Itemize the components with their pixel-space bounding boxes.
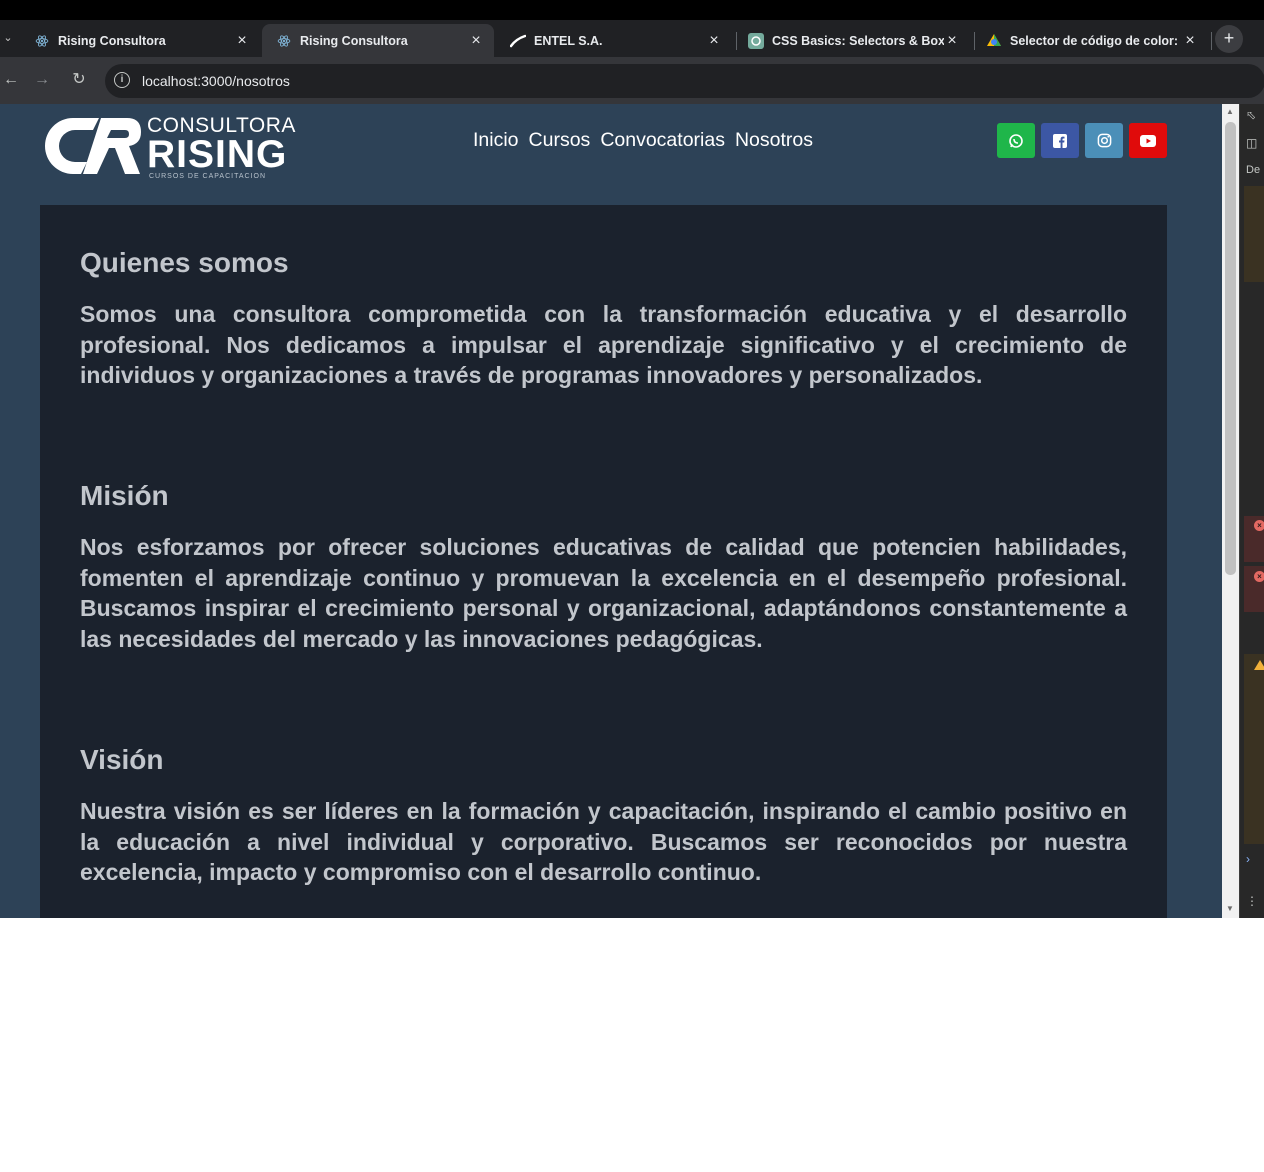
tab-strip: ⌄ Rising Consultora × Rising Consultora … (0, 20, 1264, 57)
logo-text-rising: RISING (147, 133, 288, 176)
close-icon[interactable]: × (468, 32, 484, 50)
address-bar[interactable]: i localhost:3000/nosotros (105, 64, 1264, 98)
youtube-button[interactable] (1129, 123, 1167, 158)
browser-toolbar: ← → ↻ i localhost:3000/nosotros (0, 57, 1264, 104)
tab-separator (1211, 32, 1212, 50)
devtools-tab-label[interactable]: De (1246, 164, 1260, 176)
tab-title: Rising Consultora (58, 33, 166, 48)
tab-color-picker[interactable]: Selector de código de color: H × (972, 24, 1208, 57)
section-text: Somos una consultora comprometida con la… (80, 301, 1127, 388)
forward-arrow-icon[interactable]: → (31, 69, 53, 91)
close-icon[interactable]: × (944, 32, 960, 50)
entel-icon (510, 33, 526, 49)
section-vision: Visión Nuestra visión es ser líderes en … (80, 744, 1127, 888)
console-warning-row (1244, 654, 1264, 844)
warning-icon (1254, 660, 1264, 670)
whatsapp-button[interactable] (997, 123, 1035, 158)
more-options-icon[interactable]: ⋮ (1246, 894, 1258, 908)
section-heading: Quienes somos (80, 247, 289, 278)
tab-rising-consultora-1[interactable]: Rising Consultora × (20, 24, 260, 57)
instagram-button[interactable] (1085, 123, 1123, 158)
react-icon (276, 33, 292, 49)
nav-link-cursos[interactable]: Cursos (529, 128, 591, 152)
close-icon[interactable]: × (706, 32, 722, 50)
nav-link-convocatorias[interactable]: Convocatorias (600, 128, 725, 152)
page-scrollbar[interactable]: ▲ ▼ (1222, 104, 1239, 918)
chatgpt-icon (748, 32, 764, 49)
facebook-icon (1053, 133, 1067, 148)
tab-css-basics[interactable]: CSS Basics: Selectors & Box Mo × (734, 24, 970, 57)
tab-entel[interactable]: ENTEL S.A. × (496, 24, 732, 57)
console-prompt-chevron-icon[interactable]: › (1246, 852, 1250, 866)
close-icon[interactable]: × (1182, 32, 1198, 50)
tab-title: ENTEL S.A. (534, 33, 603, 48)
tab-title: CSS Basics: Selectors & Box Mo (772, 33, 944, 48)
main-nav: Inicio Cursos Convocatorias Nosotros (473, 128, 813, 152)
site-logo[interactable]: CONSULTORA RISING CURSOS DE CAPACITACION (43, 114, 295, 180)
tab-title: Rising Consultora (300, 33, 408, 48)
tab-rising-consultora-2[interactable]: Rising Consultora × (262, 24, 494, 57)
logo-text-tagline: CURSOS DE CAPACITACION (149, 173, 267, 180)
address-url[interactable]: localhost:3000/nosotros (142, 64, 290, 98)
youtube-icon (1140, 134, 1156, 147)
console-message-bar (1244, 186, 1264, 282)
whatsapp-icon (1009, 133, 1023, 148)
logo-cr-mark-icon (45, 118, 141, 174)
facebook-button[interactable] (1041, 123, 1079, 158)
tab-title: Selector de código de color: H (1010, 33, 1182, 48)
about-content-panel: Quienes somos Somos una consultora compr… (40, 205, 1167, 918)
error-icon: × (1254, 571, 1264, 582)
section-text: Nos esforzamos por ofrecer soluciones ed… (80, 534, 1127, 652)
scrollbar-thumb[interactable] (1225, 122, 1236, 575)
nav-link-inicio[interactable]: Inicio (473, 128, 519, 152)
react-icon (34, 33, 50, 49)
blank-area (0, 918, 1264, 1172)
window-top-bar (0, 0, 1264, 20)
section-quienes-somos: Quienes somos Somos una consultora compr… (80, 247, 1127, 391)
section-text: Nuestra visión es ser líderes en la form… (80, 798, 1127, 885)
section-mision: Misión Nos esforzamos por ofrecer soluci… (80, 480, 1127, 654)
device-toolbar-icon[interactable]: ◫ (1246, 136, 1257, 150)
close-icon[interactable]: × (234, 32, 250, 50)
new-tab-button[interactable]: + (1215, 25, 1243, 53)
site-info-icon[interactable]: i (114, 72, 130, 88)
section-heading: Visión (80, 744, 164, 775)
page-viewport: CONSULTORA RISING CURSOS DE CAPACITACION… (0, 104, 1222, 918)
nav-link-nosotros[interactable]: Nosotros (735, 128, 813, 152)
scroll-up-arrow-icon[interactable]: ▲ (1226, 107, 1234, 116)
tab-search-chevron-icon[interactable]: ⌄ (0, 28, 16, 48)
devtools-panel: ⬁ ◫ De × × › ⋮ (1239, 104, 1264, 918)
section-heading: Misión (80, 480, 169, 511)
instagram-icon (1097, 133, 1111, 148)
scroll-down-arrow-icon[interactable]: ▼ (1226, 904, 1234, 913)
color-picker-icon (986, 33, 1002, 49)
social-links (997, 123, 1167, 158)
back-arrow-icon[interactable]: ← (0, 69, 22, 91)
inspect-element-icon[interactable]: ⬁ (1246, 108, 1256, 122)
reload-icon[interactable]: ↻ (68, 69, 90, 91)
error-icon: × (1254, 520, 1264, 531)
site-header: CONSULTORA RISING CURSOS DE CAPACITACION… (0, 104, 1222, 204)
